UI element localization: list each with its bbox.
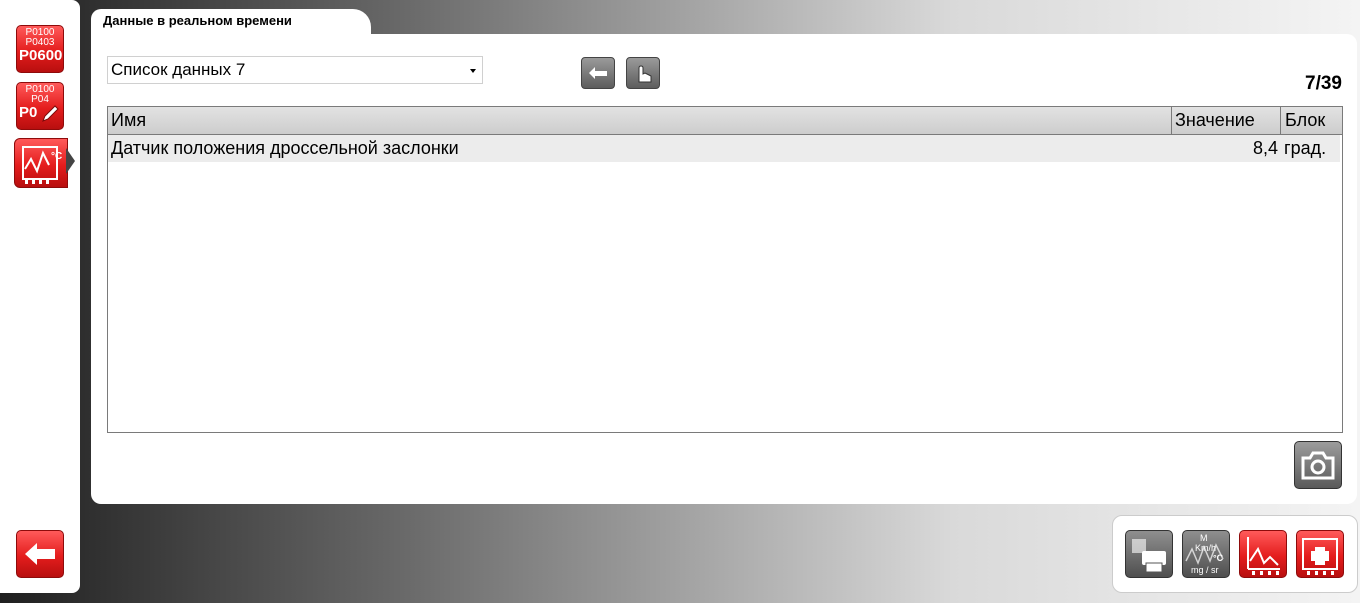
data-list-select[interactable]: Список данных 7 bbox=[107, 56, 483, 84]
screenshot-button[interactable] bbox=[1294, 441, 1342, 489]
save-print-button[interactable] bbox=[1125, 530, 1173, 578]
units-temp-label: °C bbox=[1213, 553, 1224, 563]
data-list-select-value: Список данных 7 bbox=[111, 60, 246, 79]
table-header: Имя Значение Блок bbox=[108, 107, 1342, 135]
arrow-left-icon bbox=[25, 543, 55, 565]
add-parameter-button[interactable] bbox=[1296, 530, 1344, 578]
dtc-code-3: P0600 bbox=[19, 47, 63, 64]
dtc-codes-label: P0100 P0403 P0600 bbox=[19, 28, 63, 64]
live-data-temp-label: °C bbox=[51, 151, 62, 162]
graph-button[interactable] bbox=[1239, 530, 1287, 578]
add-parameter-icon bbox=[1302, 538, 1338, 575]
units-speed-label: Km/h bbox=[1195, 543, 1217, 553]
active-indicator-arrow bbox=[66, 148, 75, 174]
arrow-back-icon bbox=[589, 67, 607, 79]
live-data-table: Имя Значение Блок Датчик положения дросс… bbox=[107, 106, 1343, 433]
units-button[interactable]: M Km/h °C mg / sr bbox=[1182, 530, 1230, 578]
live-data-button[interactable]: °C bbox=[14, 138, 68, 188]
tab-title: Данные в реальном времени bbox=[103, 13, 292, 28]
read-dtc-button[interactable]: P0100 P0403 P0600 bbox=[16, 25, 64, 73]
column-header-value[interactable]: Значение bbox=[1172, 107, 1281, 134]
back-button[interactable] bbox=[16, 530, 64, 578]
column-header-name[interactable]: Имя bbox=[108, 107, 1172, 134]
units-top-label: M bbox=[1200, 533, 1208, 543]
chevron-down-icon bbox=[470, 69, 476, 73]
next-list-button[interactable] bbox=[626, 57, 660, 89]
pencil-icon bbox=[42, 105, 59, 122]
table-row[interactable]: Датчик положения дроссельной заслонки 8,… bbox=[108, 135, 1340, 162]
row-value: 8,4 bbox=[1252, 138, 1278, 158]
hand-pointer-icon bbox=[638, 65, 652, 83]
live-data-icon: °C bbox=[22, 146, 62, 184]
units-bottom-label: mg / sr bbox=[1191, 565, 1219, 575]
row-name: Датчик положения дроссельной заслонки bbox=[111, 138, 459, 158]
printer-icon bbox=[1132, 539, 1166, 573]
erase-dtc-button[interactable]: P0100 P04 P0 bbox=[16, 82, 64, 130]
camera-icon bbox=[1301, 451, 1335, 480]
previous-list-button[interactable] bbox=[581, 57, 615, 89]
row-unit: град. bbox=[1284, 138, 1327, 158]
list-counter: 7/39 bbox=[1305, 73, 1342, 94]
graph-icon bbox=[1247, 537, 1280, 575]
column-header-unit[interactable]: Блок bbox=[1282, 107, 1342, 134]
